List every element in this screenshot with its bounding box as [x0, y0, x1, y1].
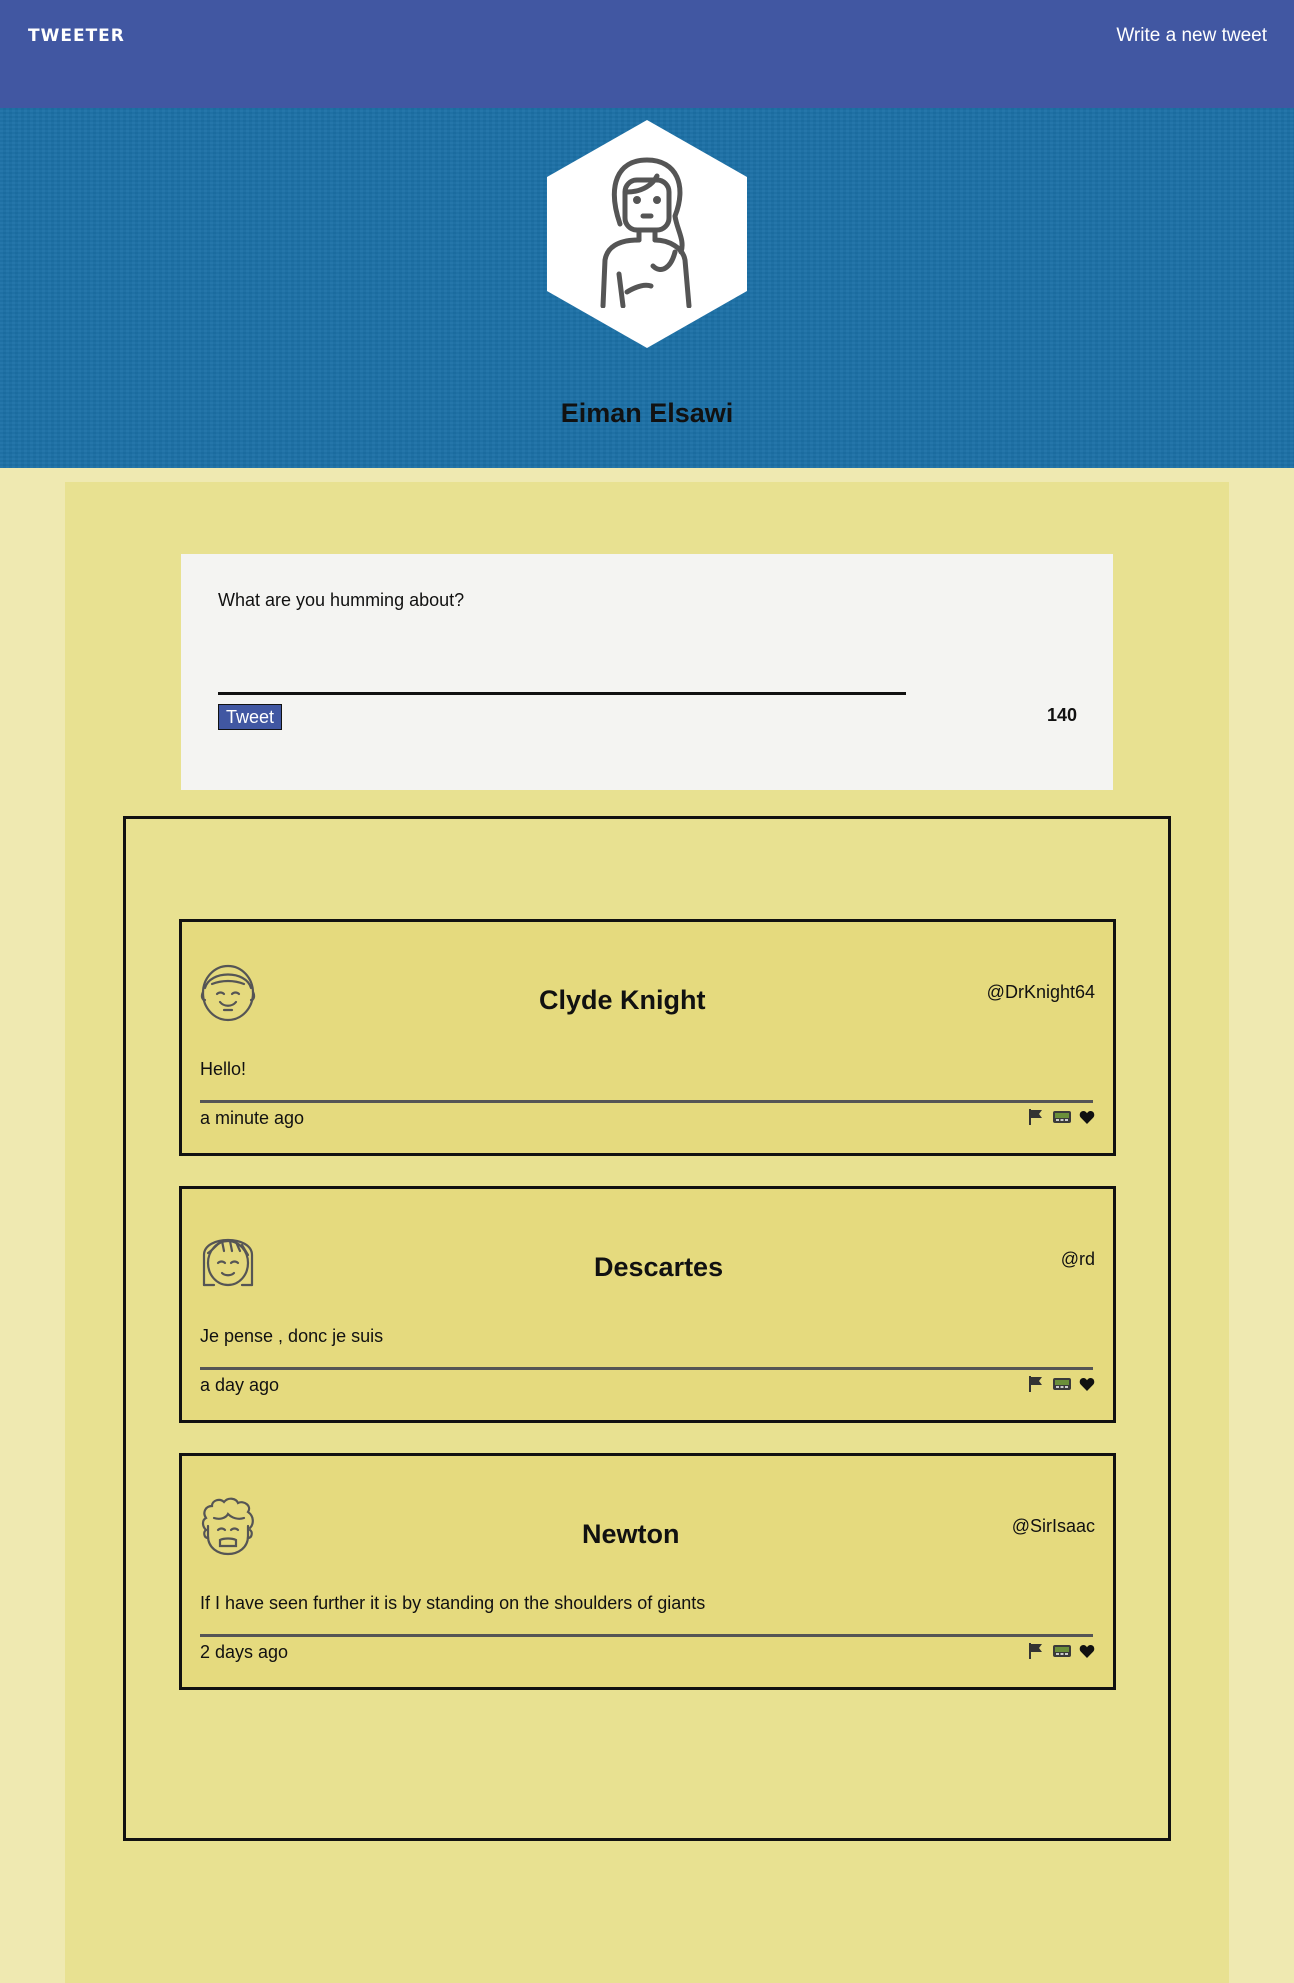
bob-hair-avatar-icon — [202, 1238, 254, 1287]
write-new-tweet-link[interactable]: Write a new tweet — [1116, 25, 1267, 47]
heart-icon[interactable] — [1079, 1644, 1095, 1664]
curly-hair-avatar-icon — [201, 1497, 254, 1556]
flag-icon[interactable] — [1027, 1375, 1045, 1398]
profile-header: Eiman Elsawi — [0, 108, 1294, 468]
heart-icon[interactable] — [1079, 1110, 1095, 1130]
tweet-divider — [200, 1100, 1093, 1103]
composer-prompt[interactable]: What are you humming about? — [218, 590, 464, 611]
tweet-card: Descartes @rd Je pense , donc je suis a … — [179, 1186, 1116, 1423]
tweet-actions — [1027, 1108, 1095, 1131]
tweet-handle[interactable]: @rd — [1061, 1249, 1095, 1270]
tweet-author: Descartes — [594, 1252, 724, 1282]
tweet-divider — [200, 1367, 1093, 1370]
tweet-feed: Clyde Knight @DrKnight64 Hello! a minute… — [123, 816, 1171, 1841]
tweet-content: Hello! — [200, 1059, 247, 1079]
heart-icon[interactable] — [1079, 1377, 1095, 1397]
woman-avatar-icon — [600, 157, 692, 308]
retweet-icon[interactable] — [1052, 1109, 1072, 1130]
tweet-timestamp: a day ago — [200, 1375, 280, 1395]
profile-name: Eiman Elsawi — [560, 398, 734, 428]
tweet-handle[interactable]: @DrKnight64 — [987, 982, 1095, 1003]
top-nav: TWEETER Write a new tweet — [0, 0, 1294, 108]
tweet-card: Clyde Knight @DrKnight64 Hello! a minute… — [179, 919, 1116, 1156]
tweet-card: Newton @SirIsaac If I have seen further … — [179, 1453, 1116, 1690]
tweet-content: If I have seen further it is by standing… — [200, 1593, 706, 1613]
flag-icon[interactable] — [1027, 1108, 1045, 1131]
tweet-timestamp: 2 days ago — [200, 1642, 289, 1662]
tweet-actions — [1027, 1642, 1095, 1665]
tweet-handle[interactable]: @SirIsaac — [1012, 1516, 1095, 1537]
character-counter: 140 — [1046, 705, 1077, 725]
composer-input-underline[interactable] — [218, 692, 906, 695]
tweet-actions — [1027, 1375, 1095, 1398]
tweet-content: Je pense , donc je suis — [200, 1326, 384, 1346]
smiling-man-avatar-icon — [200, 964, 256, 1022]
retweet-icon[interactable] — [1052, 1376, 1072, 1397]
flag-icon[interactable] — [1027, 1642, 1045, 1665]
tweet-divider — [200, 1634, 1093, 1637]
tweet-timestamp: a minute ago — [200, 1108, 305, 1128]
retweet-icon[interactable] — [1052, 1643, 1072, 1664]
brand-logo[interactable]: TWEETER — [28, 26, 125, 46]
tweet-author: Clyde Knight — [539, 985, 706, 1015]
tweet-author: Newton — [582, 1519, 680, 1549]
tweet-button[interactable]: Tweet — [218, 704, 283, 730]
tweet-composer: What are you humming about? Tweet 140 — [181, 554, 1113, 790]
main-content: What are you humming about? Tweet 140 Cl… — [65, 482, 1229, 1983]
profile-avatar — [547, 120, 747, 348]
